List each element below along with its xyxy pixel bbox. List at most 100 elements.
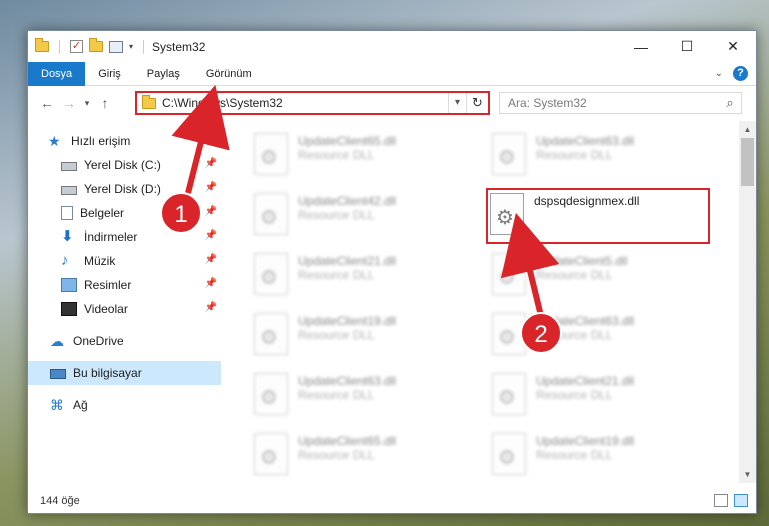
file-name: UpdateClient5.dll	[536, 254, 628, 268]
close-button[interactable]: ✕	[710, 31, 756, 62]
file-list: UpdateClient65.dllResource DLL UpdateCli…	[224, 121, 740, 483]
documents-icon	[61, 206, 73, 220]
tab-view[interactable]: Görünüm	[193, 62, 265, 86]
sidebar-item-label: Resimler	[84, 278, 132, 292]
dll-file-icon	[254, 433, 288, 475]
file-item[interactable]: UpdateClient21.dllResource DLL	[224, 249, 444, 301]
videos-icon	[61, 302, 77, 316]
sidebar-item-label: Yerel Disk (D:)	[84, 182, 161, 196]
ribbon-right: ⌄ ?	[715, 66, 748, 81]
address-bar[interactable]: C:\Windows\System32 ▾ ↻	[135, 91, 490, 115]
step-1-badge: 1	[160, 192, 202, 234]
folder-icon	[35, 38, 49, 52]
onedrive-icon: ☁	[50, 333, 64, 349]
vertical-scrollbar[interactable]: ▲ ▼	[739, 121, 756, 483]
ribbon-tabs: Dosya Giriş Paylaş Görünüm ⌄ ?	[28, 61, 756, 86]
qat-dropdown-icon[interactable]: ▾	[129, 42, 133, 51]
dll-file-icon	[254, 133, 288, 175]
sidebar-item-videos[interactable]: Videolar 📌	[28, 297, 221, 321]
sidebar-item-label: Hızlı erişim	[71, 134, 131, 148]
details-view-icon[interactable]	[714, 494, 728, 507]
file-name: UpdateClient65.dll	[298, 434, 397, 448]
pin-icon: 📌	[204, 206, 217, 217]
expand-ribbon-icon[interactable]: ⌄	[715, 68, 723, 79]
drive-icon	[61, 186, 77, 195]
sidebar-item-label: Belgeler	[80, 206, 125, 220]
pin-icon: 📌	[204, 254, 217, 265]
properties-check-icon[interactable]: ✓	[70, 40, 83, 53]
address-dropdown-icon[interactable]: ▾	[448, 93, 466, 113]
up-button[interactable]: ↑	[94, 95, 116, 111]
file-name: UpdateClient63.dll	[536, 134, 635, 148]
file-item[interactable]: UpdateClient63.dllResource DLL	[224, 369, 444, 421]
file-item[interactable]: UpdateClient65.dllResource DLL	[224, 429, 444, 481]
scroll-down-icon[interactable]: ▼	[739, 466, 756, 483]
minimize-button[interactable]: —	[618, 31, 664, 62]
back-button[interactable]: ←	[36, 95, 58, 111]
file-name: UpdateClient21.dll	[298, 254, 397, 268]
refresh-button[interactable]: ↻	[466, 93, 488, 113]
file-type: Resource DLL	[298, 328, 375, 342]
highlight-box	[486, 188, 710, 244]
pin-icon: 📌	[204, 230, 217, 241]
dll-file-icon	[254, 193, 288, 235]
file-type: Resource DLL	[536, 388, 613, 402]
search-icon[interactable]: ⌕	[719, 95, 741, 111]
file-type: Resource DLL	[536, 448, 613, 462]
dll-file-icon	[492, 433, 526, 475]
tab-file[interactable]: Dosya	[28, 61, 86, 86]
search-input[interactable]: Ara: System32	[500, 96, 719, 110]
file-item[interactable]: UpdateClient5.dllResource DLL	[462, 249, 682, 301]
dll-file-icon	[492, 133, 526, 175]
star-icon: ★	[48, 133, 61, 149]
sidebar-item-network[interactable]: ⌘ Ağ	[28, 393, 221, 417]
sidebar-item-onedrive[interactable]: ☁ OneDrive	[28, 329, 221, 353]
file-item[interactable]: UpdateClient63.dllResource DLL	[462, 309, 682, 361]
pin-icon: 📌	[204, 302, 217, 313]
scroll-up-icon[interactable]: ▲	[739, 121, 756, 138]
maximize-button[interactable]: ☐	[664, 31, 710, 62]
file-type: Resource DLL	[298, 148, 375, 162]
customize-icon[interactable]	[109, 40, 123, 53]
sidebar-item-local-disk-c[interactable]: Yerel Disk (C:) 📌	[28, 153, 221, 177]
pin-icon: 📌	[204, 278, 217, 289]
new-folder-icon[interactable]	[89, 38, 103, 52]
file-item[interactable]: UpdateClient21.dllResource DLL	[462, 369, 682, 421]
navigation-bar: ← → ▾ ↑ C:\Windows\System32 ▾ ↻ Ara: Sys…	[28, 87, 756, 119]
tab-home[interactable]: Giriş	[85, 62, 134, 86]
sidebar-item-label: Ağ	[73, 398, 88, 412]
address-path[interactable]: C:\Windows\System32	[162, 96, 448, 110]
music-icon: ♪	[61, 252, 69, 269]
network-icon: ⌘	[50, 397, 64, 413]
file-item[interactable]: UpdateClient63.dllResource DLL	[462, 129, 682, 181]
sidebar-item-quick-access[interactable]: ★ Hızlı erişim	[28, 129, 221, 153]
folder-icon	[142, 94, 156, 109]
recent-locations-button[interactable]: ▾	[80, 98, 94, 109]
file-name: UpdateClient21.dll	[536, 374, 635, 388]
sidebar-item-label: OneDrive	[73, 334, 124, 348]
status-bar: 144 öğe	[28, 489, 756, 513]
window-title: System32	[152, 39, 206, 54]
this-pc-icon	[50, 369, 66, 379]
sidebar-item-label: Bu bilgisayar	[73, 366, 142, 380]
search-box[interactable]: Ara: System32 ⌕	[499, 92, 742, 114]
forward-button[interactable]: →	[58, 95, 80, 111]
sidebar-item-pictures[interactable]: Resimler 📌	[28, 273, 221, 297]
tab-share[interactable]: Paylaş	[134, 62, 193, 86]
file-item[interactable]: UpdateClient65.dllResource DLL	[224, 129, 444, 181]
explorer-window: ✓ ▾ System32 — ☐ ✕ Dosya Giriş Paylaş Gö…	[27, 30, 757, 514]
file-name: UpdateClient65.dll	[298, 134, 397, 148]
dll-file-icon	[492, 373, 526, 415]
scroll-thumb[interactable]	[741, 138, 754, 186]
help-icon[interactable]: ?	[733, 66, 748, 81]
sidebar-item-label: Videolar	[84, 302, 128, 316]
file-item[interactable]: UpdateClient42.dllResource DLL	[224, 189, 444, 241]
file-item[interactable]: UpdateClient19.dllResource DLL	[224, 309, 444, 361]
sidebar-item-this-pc[interactable]: Bu bilgisayar	[28, 361, 221, 385]
sidebar-item-music[interactable]: ♪ Müzik 📌	[28, 249, 221, 273]
view-buttons	[714, 494, 748, 507]
window-controls: — ☐ ✕	[618, 31, 756, 62]
file-type: Resource DLL	[298, 448, 375, 462]
file-item[interactable]: UpdateClient19.dllResource DLL	[462, 429, 682, 481]
tiles-view-icon[interactable]	[734, 494, 748, 507]
